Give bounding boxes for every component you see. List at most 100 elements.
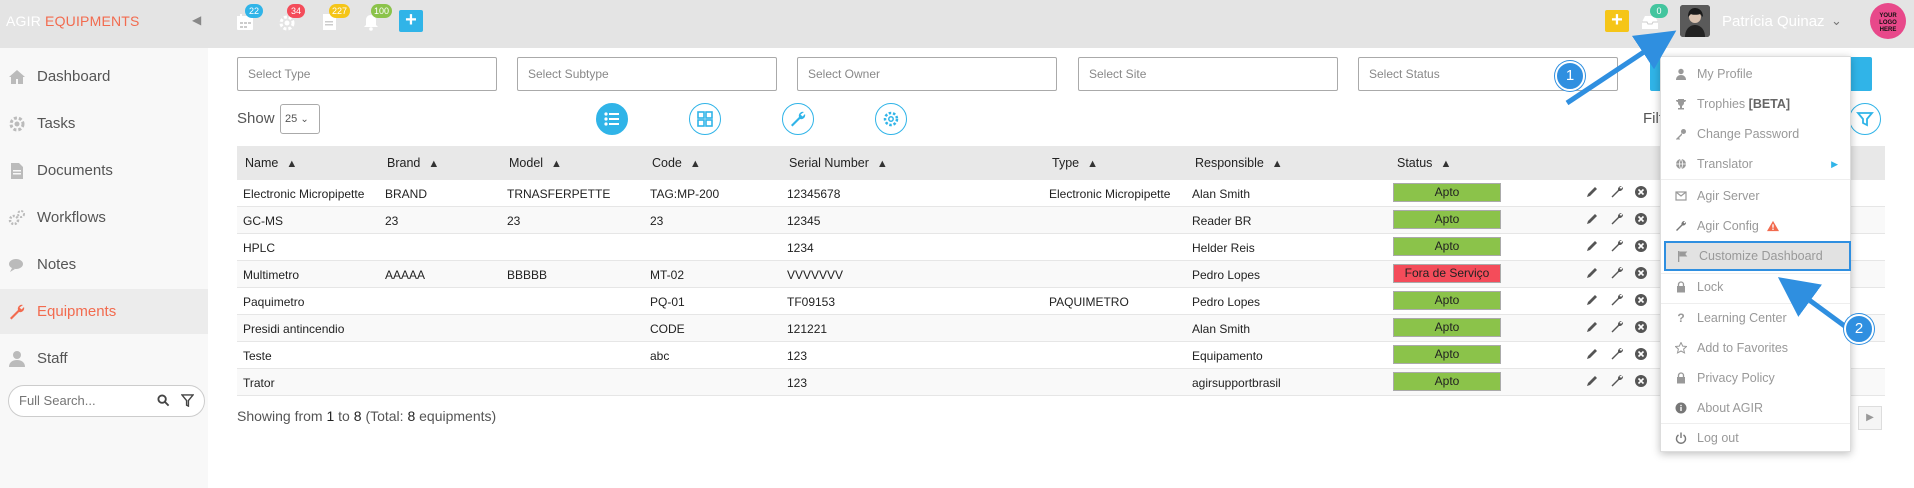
user-name[interactable]: Patrícia Quinaz (1722, 13, 1825, 30)
documents-button[interactable]: 227 (319, 4, 351, 32)
cell-name[interactable]: Teste (243, 349, 272, 363)
wrench-icon[interactable] (1610, 374, 1624, 388)
list-view-button[interactable] (596, 103, 628, 135)
menu-item-log-out[interactable]: Log out (1661, 423, 1850, 453)
menu-item-my-profile[interactable]: My Profile (1661, 59, 1850, 89)
wrench-icon[interactable] (1610, 266, 1624, 280)
column-name[interactable]: Name ▲︎ (245, 156, 297, 170)
column-model[interactable]: Model ▲︎ (509, 156, 562, 170)
table-row[interactable]: Electronic Micropipette BRAND TRNASFERPETT… (237, 180, 1885, 207)
delete-icon[interactable] (1634, 347, 1648, 361)
wrench-icon (791, 111, 806, 127)
column-serial-number[interactable]: Serial Number ▲︎ (789, 156, 888, 170)
cell-name[interactable]: Presidi antincendio (243, 322, 344, 336)
column-code[interactable]: Code ▲︎ (652, 156, 701, 170)
menu-item-label: Customize Dashboard (1699, 249, 1823, 263)
menu-item-agir-server[interactable]: Agir Server (1661, 181, 1850, 211)
inbox-button[interactable]: 0 (1640, 4, 1668, 32)
delete-icon[interactable] (1634, 185, 1648, 199)
menu-item-agir-config[interactable]: Agir Config (1661, 211, 1850, 241)
advanced-filter-button[interactable] (1849, 103, 1881, 135)
menu-item-privacy-policy[interactable]: Privacy Policy (1661, 363, 1850, 393)
select-site[interactable]: Select Site (1078, 57, 1338, 91)
delete-icon[interactable] (1634, 320, 1648, 334)
cell-name[interactable]: Multimetro (243, 268, 299, 282)
wrench-icon[interactable] (1610, 212, 1624, 226)
tasks-button[interactable]: 34 (277, 4, 305, 32)
calendar-button[interactable]: 22 (235, 4, 263, 32)
wrench-icon[interactable] (1610, 239, 1624, 253)
edit-icon[interactable] (1585, 266, 1599, 280)
next-page-button[interactable]: ▶ (1858, 406, 1882, 430)
chevron-down-icon[interactable]: ⌄ (1831, 13, 1842, 29)
edit-icon[interactable] (1585, 185, 1599, 199)
cell-name[interactable]: Electronic Micropipette (243, 187, 364, 201)
sidebar-item-notes[interactable]: Notes (0, 242, 208, 287)
notifications-button[interactable]: 100 (361, 4, 393, 32)
cell-name[interactable]: Paquimetro (243, 295, 304, 309)
document-icon (11, 162, 23, 179)
column-responsible[interactable]: Responsible ▲︎ (1195, 156, 1283, 170)
select-subtype[interactable]: Select Subtype (517, 57, 777, 91)
avatar[interactable] (1680, 5, 1710, 37)
table-row[interactable]: Teste abc 123 Equipamento Apto (237, 342, 1885, 369)
menu-item-customize-dashboard[interactable]: Customize Dashboard (1664, 241, 1851, 271)
wrench-icon[interactable] (1610, 293, 1624, 307)
sort-icon: ▲︎ (428, 158, 440, 170)
edit-icon[interactable] (1585, 293, 1599, 307)
table-row[interactable]: Multimetro AAAAA BBBBB MT-02 VVVVVVV Pedro Lo… (237, 261, 1885, 288)
search-icon[interactable] (157, 394, 170, 412)
table-row[interactable]: Paquimetro PQ-01 TF09153 PAQUIMETRO Pedro Lo… (237, 288, 1885, 315)
edit-icon[interactable] (1585, 239, 1599, 253)
user-icon (1676, 68, 1686, 80)
delete-icon[interactable] (1634, 212, 1648, 226)
sidebar-item-staff[interactable]: Staff (0, 336, 208, 381)
settings-view-button[interactable] (875, 103, 907, 135)
wrench-icon[interactable] (1610, 347, 1624, 361)
sidebar-item-tasks[interactable]: Tasks (0, 101, 208, 146)
column-type[interactable]: Type ▲︎ (1052, 156, 1098, 170)
add-button[interactable]: + (399, 10, 423, 32)
grid-view-button[interactable] (689, 103, 721, 135)
menu-item-about-agir[interactable]: About AGIR (1661, 393, 1850, 423)
brand[interactable]: AGIR EQUIPMENTS (6, 13, 140, 29)
menu-item-lock[interactable]: Lock (1661, 272, 1850, 302)
table-row[interactable]: Trator 123 agirsupportbrasil Apto (237, 369, 1885, 396)
sidebar-item-workflows[interactable]: Workflows (0, 195, 208, 240)
menu-item-change-password[interactable]: Change Password (1661, 119, 1850, 149)
page-size-select[interactable]: 25 ⌄ (280, 104, 320, 134)
wrench-icon[interactable] (1610, 320, 1624, 334)
select-type[interactable]: Select Type (237, 57, 497, 91)
delete-icon[interactable] (1634, 293, 1648, 307)
table-row[interactable]: HPLC 1234 Helder Reis Apto (237, 234, 1885, 261)
sidebar-item-documents[interactable]: Documents (0, 148, 208, 193)
cell-name[interactable]: Trator (243, 376, 275, 390)
edit-icon[interactable] (1585, 212, 1599, 226)
wrench-icon[interactable] (1610, 185, 1624, 199)
menu-item-learning-center[interactable]: ? Learning Center (1661, 303, 1850, 333)
table-row[interactable]: GC-MS 23 23 23 12345 Reader BR Apto (237, 207, 1885, 234)
menu-item-translator[interactable]: Translator ▶ (1661, 149, 1850, 179)
wrench-icon (10, 304, 25, 319)
select-owner[interactable]: Select Owner (797, 57, 1057, 91)
delete-icon[interactable] (1634, 266, 1648, 280)
cell-name[interactable]: GC-MS (243, 214, 283, 228)
filter-icon[interactable] (180, 394, 195, 412)
quick-add-button[interactable]: + (1605, 10, 1629, 32)
column-brand[interactable]: Brand ▲︎ (387, 156, 439, 170)
edit-icon[interactable] (1585, 320, 1599, 334)
table-row[interactable]: Presidi antincendio CODE 121221 Alan Smith A… (237, 315, 1885, 342)
full-search-input[interactable] (19, 393, 149, 408)
sidebar-item-dashboard[interactable]: Dashboard (0, 54, 208, 99)
maintenance-view-button[interactable] (782, 103, 814, 135)
edit-icon[interactable] (1585, 374, 1599, 388)
edit-icon[interactable] (1585, 347, 1599, 361)
sidebar-item-equipments[interactable]: Equipments (0, 289, 208, 334)
delete-icon[interactable] (1634, 374, 1648, 388)
collapse-sidebar-icon[interactable]: ◀ (192, 13, 201, 27)
menu-item-trophies[interactable]: Trophies [BETA] (1661, 89, 1850, 119)
column-status[interactable]: Status ▲︎ (1397, 156, 1451, 170)
delete-icon[interactable] (1634, 239, 1648, 253)
cell-name[interactable]: HPLC (243, 241, 275, 255)
menu-item-add-to-favorites[interactable]: Add to Favorites (1661, 333, 1850, 363)
